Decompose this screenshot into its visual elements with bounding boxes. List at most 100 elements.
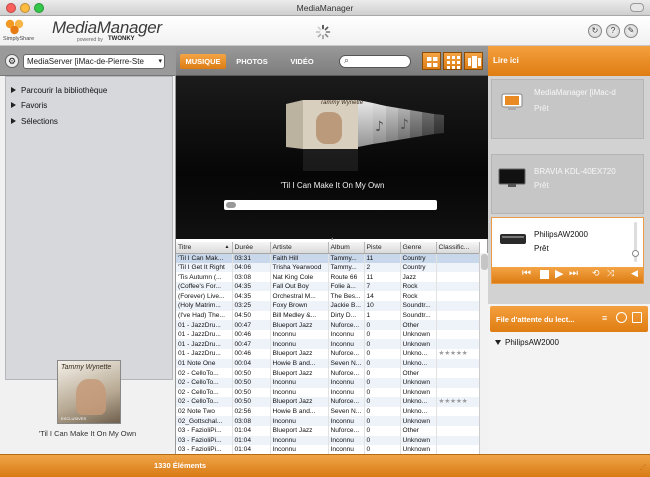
cell-track: 2 xyxy=(364,262,401,273)
table-row[interactable]: 'Til I Can Mak... 03:31 Faith Hill Tammy...… xyxy=(176,253,480,263)
table-row[interactable]: (Holy Matrim... 03:25 Foxy Brown Jackie B..… xyxy=(176,301,480,311)
table-row[interactable]: 01 - JazzDru... 00:47 Blueport Jazz Nuforce… xyxy=(176,320,480,330)
table-row[interactable]: 01 - JazzDru... 00:46 Inconnu Inconnu 0 Unkno… xyxy=(176,329,480,340)
cell-title: 01 - JazzDru... xyxy=(176,339,233,350)
cell-genre: Unknown xyxy=(400,329,437,340)
column-header-rating[interactable]: Classific... xyxy=(436,242,480,254)
powered-by-label: powered by xyxy=(77,37,103,43)
column-header-album[interactable]: Album xyxy=(328,242,365,254)
tab-photos[interactable]: PHOTOS xyxy=(232,54,272,69)
tab-music[interactable]: MUSIQUE xyxy=(180,54,226,69)
sidebar-item-browse-library[interactable]: Parcourir la bibliothèque xyxy=(11,86,107,95)
table-row[interactable]: 03 - FazioliPi... 01:04 Inconnu Inconnu 0 Unk… xyxy=(176,435,480,446)
device-card-bravia[interactable]: BRAVIA KDL-40EX720 Prêt xyxy=(491,154,644,214)
zoom-window-button[interactable] xyxy=(34,3,44,13)
column-header-artist[interactable]: Artiste xyxy=(270,242,329,254)
table-row[interactable]: 02 - CelloTo... 00:50 Blueport Jazz Nuforce… xyxy=(176,368,480,378)
table-row[interactable]: 01 Note One 00:04 Howie B and... Seven N...… xyxy=(176,358,480,369)
sidebar-item-selections[interactable]: Sélections xyxy=(11,117,58,126)
help-icon[interactable]: ? xyxy=(606,24,620,38)
cell-rating xyxy=(436,272,480,282)
cell-title: 02 - CelloTo... xyxy=(176,368,233,378)
cell-track: 0 xyxy=(364,320,401,330)
repeat-icon[interactable]: ⟲ xyxy=(592,268,600,279)
table-row[interactable]: (Coffee's For... 04:35 Fall Out Boy Folie à… xyxy=(176,281,480,292)
column-header-track[interactable]: Piste xyxy=(364,242,401,254)
sidebar-item-favorites[interactable]: Favoris xyxy=(11,101,47,110)
table-row[interactable]: 02_Gottschal... 03:08 Inconnu Inconnu 0 Unkno… xyxy=(176,416,480,426)
close-window-button[interactable] xyxy=(6,3,16,13)
toolbar-toggle-button[interactable] xyxy=(630,3,644,12)
table-row[interactable]: (I've Had) The... 04:50 Bill Medley &... Di… xyxy=(176,310,480,321)
table-row[interactable]: 03 - FazioliPi...01:04Blueport JazzNufor… xyxy=(176,425,480,436)
cell-album: Dirty D... xyxy=(328,310,365,321)
center-panel: MUSIQUE PHOTOS VIDÉO ⌕ ♪ ♪ Tammy Wynette… xyxy=(175,46,489,477)
stop-icon[interactable] xyxy=(540,270,549,279)
cell-genre: Unknown xyxy=(400,377,437,388)
cell-artist: Foxy Brown xyxy=(270,301,329,311)
table-row[interactable]: 02 - CelloTo... 00:50 Inconnu Inconnu 0 Unkno… xyxy=(176,387,480,398)
server-select[interactable]: MediaServer [iMac-de-Pierre-Ste ▾ xyxy=(23,54,165,69)
column-header-duration[interactable]: Durée xyxy=(232,242,271,254)
next-track-icon[interactable]: ⏭ xyxy=(569,268,578,279)
search-input[interactable]: ⌕ xyxy=(339,55,411,68)
column-header-genre[interactable]: Genre xyxy=(400,242,437,254)
device-card-philips[interactable]: PhilipsAW2000 Prêt ⏮ ▶ ⏭ ⟲ ⤨ ◀ xyxy=(491,217,644,284)
svg-text:♪: ♪ xyxy=(375,119,384,135)
save-queue-icon[interactable] xyxy=(632,312,642,323)
cell-genre: Rock xyxy=(400,281,437,292)
tv-icon xyxy=(498,168,526,187)
tab-video[interactable]: VIDÉO xyxy=(284,54,320,69)
simplyshare-logo-icon xyxy=(5,19,24,35)
column-header-title[interactable]: Titre ▲ xyxy=(176,242,233,254)
view-small-grid-button[interactable] xyxy=(443,52,462,70)
shuffle-icon[interactable]: ⤨ xyxy=(607,268,614,279)
settings-icon[interactable]: ✎ xyxy=(624,24,638,38)
table-row[interactable]: 01 - JazzDru... 00:46 Blueport Jazz Nuforce… xyxy=(176,349,480,359)
volume-slider[interactable] xyxy=(632,222,639,262)
cell-genre: Other xyxy=(400,368,437,378)
server-gear-icon[interactable]: ⚙ xyxy=(5,54,19,68)
coverflow-view[interactable]: ♪ ♪ Tammy Wynette 'Til I Can Make It On M… xyxy=(176,76,489,242)
view-coverflow-button[interactable] xyxy=(464,52,483,70)
resize-grip-icon[interactable]: ⋰ xyxy=(640,464,646,471)
queue-device-name: PhilipsAW2000 xyxy=(505,338,559,347)
queue-device-item[interactable]: PhilipsAW2000 xyxy=(495,338,559,347)
library-nav: Parcourir la bibliothèque Favoris Sélect… xyxy=(5,76,173,380)
album-art-footer: EXCLUSIVES xyxy=(61,416,87,421)
cell-artist: Bill Medley &... xyxy=(270,310,329,321)
cell-duration: 00:50 xyxy=(232,377,271,388)
cell-genre: Country xyxy=(400,253,437,263)
volume-knob[interactable] xyxy=(632,250,639,257)
cell-genre: Unknown xyxy=(400,339,437,350)
table-scroll-thumb[interactable] xyxy=(481,254,488,270)
coverflow-scrollbar[interactable] xyxy=(224,200,437,210)
cell-rating xyxy=(436,435,480,446)
table-row[interactable]: 'Tis Autumn (... 03:08 Nat King Cole Route … xyxy=(176,272,480,282)
cell-duration: 00:47 xyxy=(232,339,271,350)
previous-track-icon[interactable]: ⏮ xyxy=(522,268,531,279)
table-row[interactable]: 02 - CelloTo... 00:50 Blueport Jazz Nuforce… xyxy=(176,397,480,407)
cell-rating xyxy=(436,406,480,417)
table-row[interactable]: 02 - CelloTo... 00:50 Inconnu Inconnu 0 Unkno… xyxy=(176,377,480,388)
album-art-thumbnail[interactable]: Tammy Wynette EXCLUSIVES xyxy=(57,360,121,424)
minimize-window-button[interactable] xyxy=(20,3,30,13)
coverflow-scroll-thumb[interactable] xyxy=(226,202,236,208)
device-card-mediamanager[interactable]: MediaManager [iMac-d Prêt xyxy=(491,79,644,139)
transport-controls: ⏮ ▶ ⏭ ⟲ ⤨ ◀ xyxy=(492,267,643,283)
cell-track: 0 xyxy=(364,387,401,398)
table-row[interactable]: (Forever) Live... 04:35 Orchestral M... The… xyxy=(176,291,480,302)
table-row[interactable]: 01 - JazzDru... 00:47 Inconnu Inconnu 0 Unkno… xyxy=(176,339,480,350)
loading-spinner-icon xyxy=(315,24,331,40)
view-large-grid-button[interactable] xyxy=(422,52,441,70)
cell-album: Route 66 xyxy=(328,272,365,282)
queue-menu-icon[interactable]: ≡ xyxy=(602,313,607,323)
volume-icon[interactable]: ◀ xyxy=(631,268,638,279)
table-row[interactable]: 'Til I Get It Right 04:06 Trisha Yearwood T… xyxy=(176,262,480,273)
clear-queue-icon[interactable] xyxy=(616,312,627,323)
grid-icon xyxy=(427,57,438,67)
play-icon[interactable]: ▶ xyxy=(555,267,563,280)
refresh-icon[interactable]: ↻ xyxy=(588,24,602,38)
table-row[interactable]: 02 Note Two 02:56 Howie B and... Seven N...… xyxy=(176,406,480,417)
cell-title: 02_Gottschal... xyxy=(176,416,233,426)
